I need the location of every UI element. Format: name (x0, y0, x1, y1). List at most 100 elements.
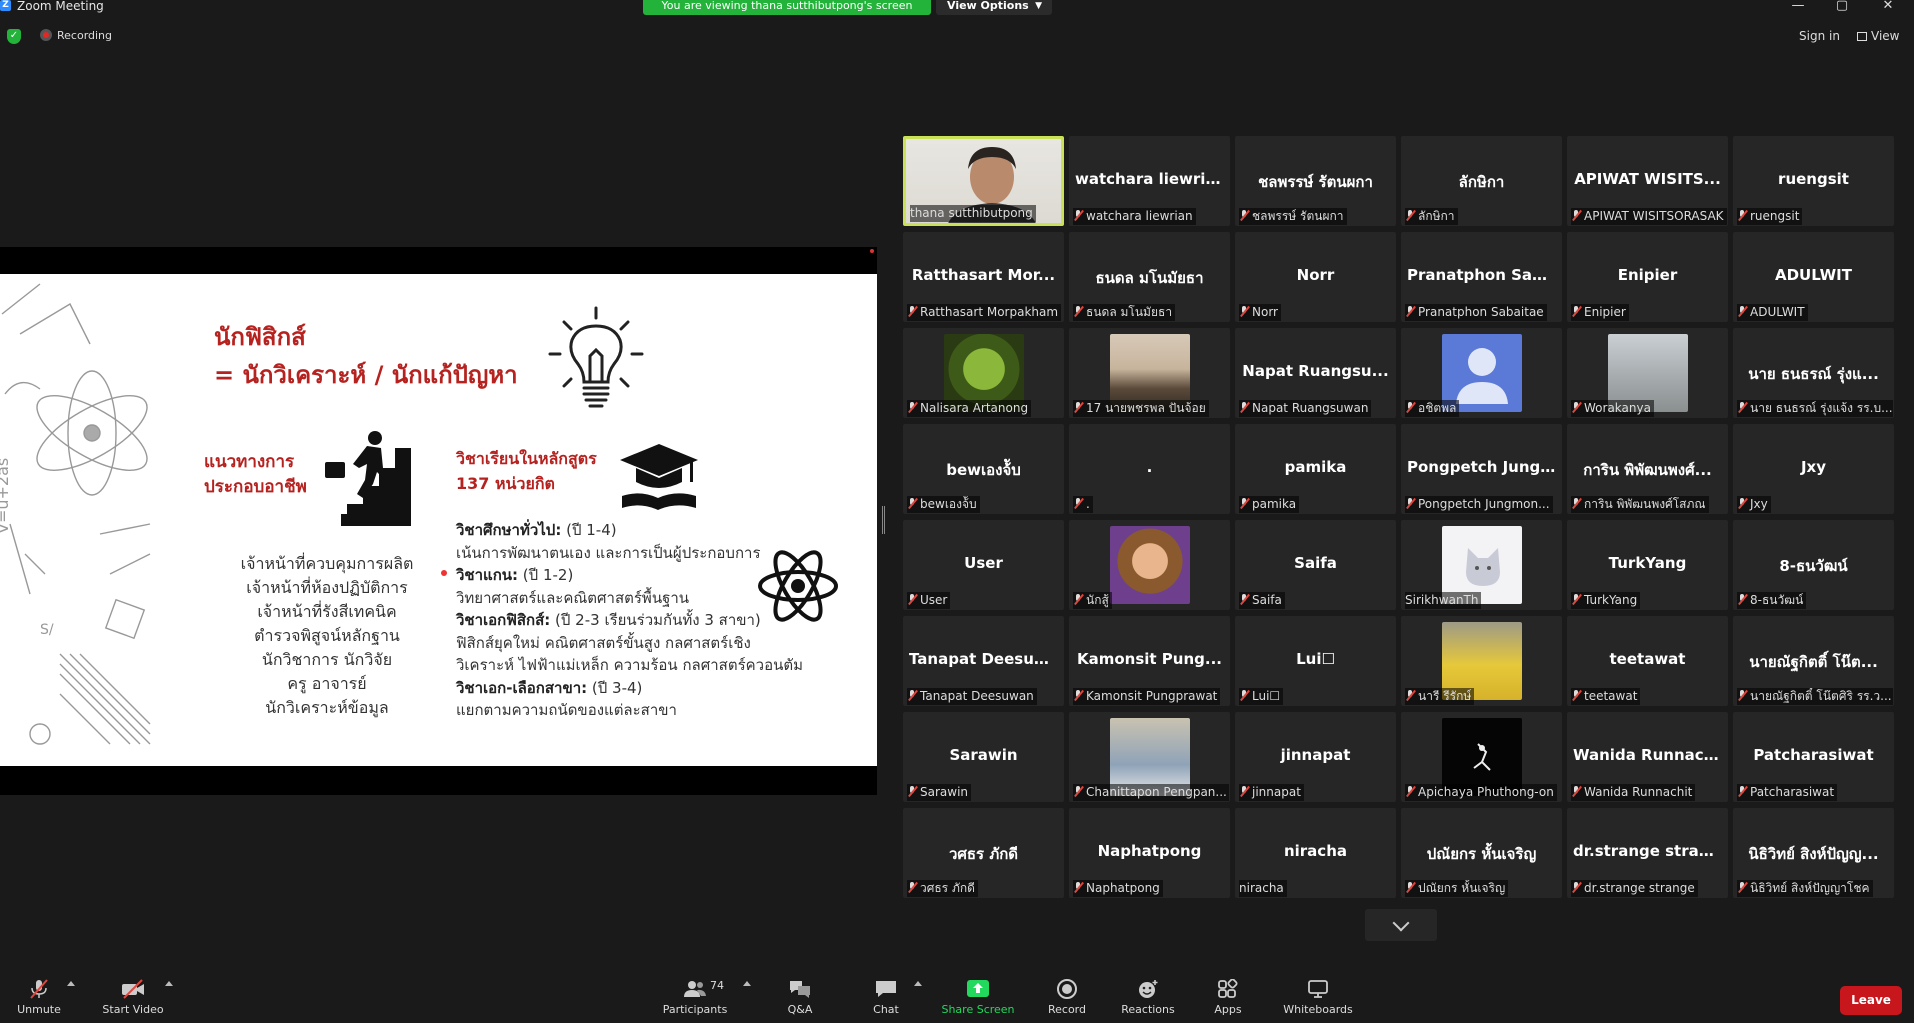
minimize-button[interactable]: — (1788, 0, 1808, 13)
qa-button[interactable]: Q&A (776, 967, 824, 1023)
participant-tile[interactable]: ธนดล มโนมัยธา ธนดล มโนมัยธา (1069, 232, 1230, 322)
participant-tile[interactable]: อชิตพล (1401, 328, 1562, 418)
chat-button[interactable]: Chat (862, 967, 910, 1023)
participant-name-label: นิธิวิทย์ สิงห์ปัญญาโชค (1737, 880, 1873, 897)
sign-in-link[interactable]: Sign in (1799, 29, 1840, 43)
recording-indicator[interactable]: Recording (40, 29, 112, 42)
participant-tile[interactable]: นักสู้ (1069, 520, 1230, 610)
participant-tile[interactable]: pamika pamika (1235, 424, 1396, 514)
participant-tile[interactable]: ชลพรรษ์ รัตนผกา ชลพรรษ์ รัตนผกา (1235, 136, 1396, 226)
window-title: Zoom Meeting (17, 0, 104, 13)
participant-display-name: dr.strange strange (1573, 842, 1728, 860)
participant-tile[interactable]: Enipier Enipier (1567, 232, 1728, 322)
participant-tile[interactable]: APIWAT WISITS... APIWAT WISITSORASAK (1567, 136, 1728, 226)
video-options-caret[interactable] (165, 981, 173, 986)
participant-tile[interactable]: Pranatphon Sab... Pranatphon Sabaitae (1401, 232, 1562, 322)
participant-name-label: วศธร ภักดี (907, 880, 978, 897)
unmute-button[interactable]: Unmute (8, 967, 70, 1023)
participant-tile[interactable]: .. (1069, 424, 1230, 514)
grid-icon (1857, 32, 1867, 41)
participant-tile[interactable]: Wanida Runnachit Wanida Runnachit (1567, 712, 1728, 802)
general-label: วิชาศึกษาทั่วไป: (456, 521, 562, 539)
close-button[interactable]: ✕ (1878, 0, 1898, 13)
gallery-next-page-button[interactable] (1365, 909, 1437, 941)
participant-tile[interactable]: 8-ธนวัฒน์ 8-ธนวัฒน์ (1733, 520, 1894, 610)
reactions-button[interactable]: Reactions (1118, 967, 1178, 1023)
participant-tile[interactable]: SirikhwanTh (1401, 520, 1562, 610)
participant-name-text: Wanida Runnachit (1584, 785, 1693, 799)
chat-options-caret[interactable] (914, 981, 922, 986)
participant-tile[interactable]: Tanapat Deesuw... Tanapat Deesuwan (903, 616, 1064, 706)
whiteboards-button[interactable]: Whiteboards (1280, 967, 1356, 1023)
participant-tile[interactable]: 17 นายพชรพล ปันจ้อย (1069, 328, 1230, 418)
participant-tile[interactable]: Jxy Jxy (1733, 424, 1894, 514)
share-screen-button[interactable]: Share Screen (940, 967, 1016, 1023)
panel-splitter-handle[interactable] (882, 506, 885, 534)
participant-tile[interactable]: ลักษิกา ลักษิกา (1401, 136, 1562, 226)
participant-tile[interactable]: Kamonsit Pung... Kamonsit Pungprawat (1069, 616, 1230, 706)
mic-muted-icon (1073, 882, 1083, 893)
participant-name-text: ปณัยกร หั้นเจริญ (1418, 881, 1506, 895)
participant-tile[interactable]: นารี รีรักษ์ (1401, 616, 1562, 706)
participant-display-name: User (964, 554, 1003, 572)
participant-tile[interactable]: thana sutthibutpong (903, 136, 1064, 226)
encryption-shield-icon[interactable]: ✓ (7, 29, 21, 44)
participant-tile[interactable]: การิน พิพัฒนพงศ์... การิน พิพัฒนพงศ์โสภณ (1567, 424, 1728, 514)
participant-tile[interactable]: นิธิวิทย์ สิงห์ปัญญ... นิธิวิทย์ สิงห์ปัญ… (1733, 808, 1894, 898)
shared-screen[interactable]: V=u+2as S/ นักฟิสิกส์ = นักวิเคราะห์ / น… (0, 247, 877, 795)
start-video-button[interactable]: Start Video (98, 967, 168, 1023)
participant-tile[interactable]: Saifa Saifa (1235, 520, 1396, 610)
participant-tile[interactable]: watchara liewrian watchara liewrian (1069, 136, 1230, 226)
elective-desc: แยกตามความถนัดของแต่ละสาขา (456, 701, 677, 719)
participant-tile[interactable]: Norr Norr (1235, 232, 1396, 322)
participant-tile[interactable]: ruengsit ruengsit (1733, 136, 1894, 226)
apps-button[interactable]: Apps (1205, 967, 1251, 1023)
participant-tile[interactable]: TurkYang TurkYang (1567, 520, 1728, 610)
mic-muted-icon (1405, 786, 1415, 797)
participant-display-name: ชลพรรษ์ รัตนผกา (1258, 173, 1373, 191)
participants-options-caret[interactable] (743, 981, 751, 986)
participant-tile[interactable]: Lui☐ Lui☐ (1235, 616, 1396, 706)
participant-tile[interactable]: นายณัฐกิตติ์ โน๊ต... นายณัฐกิตติ์ โน๊ตศิร… (1733, 616, 1894, 706)
participant-tile[interactable]: Worakanya (1567, 328, 1728, 418)
participant-tile[interactable]: ADULWIT ADULWIT (1733, 232, 1894, 322)
participant-tile[interactable]: User User (903, 520, 1064, 610)
start-video-label: Start Video (102, 1003, 164, 1016)
participant-name-text: Ratthasart Morpakham (920, 305, 1059, 319)
participant-tile[interactable]: Apichaya Phuthong-on (1401, 712, 1562, 802)
participant-tile[interactable]: นาย ธนธรณ์ รุ่งแ... นาย ธนธรณ์ รุ่งแจ้ง ร… (1733, 328, 1894, 418)
participant-name-label: . (1073, 496, 1093, 513)
participant-name-text: jinnapat (1252, 785, 1301, 799)
restore-button[interactable]: ▢ (1832, 0, 1852, 13)
participant-display-name: Napat Ruangsu... (1242, 362, 1389, 380)
participant-name-label: 8-ธนวัฒน์ (1737, 592, 1807, 609)
list-item: เจ้าหน้าที่ควบคุมการผลิต (240, 554, 414, 573)
participant-tile[interactable]: วศธร ภักดี วศธร ภักดี (903, 808, 1064, 898)
participant-tile[interactable]: Ratthasart Mor... Ratthasart Morpakham (903, 232, 1064, 322)
participant-name-label: ลักษิกา (1405, 208, 1458, 225)
leave-button[interactable]: Leave (1840, 986, 1902, 1015)
view-label: View (1871, 29, 1900, 43)
participant-tile[interactable]: Pongpetch Jung... Pongpetch Jungmon... (1401, 424, 1562, 514)
view-layout-button[interactable]: View (1857, 29, 1899, 43)
participant-name-label: Napat Ruangsuwan (1239, 400, 1372, 417)
mic-muted-icon (1073, 402, 1083, 413)
participant-tile[interactable]: niracha niracha (1235, 808, 1396, 898)
participant-tile[interactable]: Sarawin Sarawin (903, 712, 1064, 802)
participant-tile[interactable]: Napat Ruangsu... Napat Ruangsuwan (1235, 328, 1396, 418)
participant-tile[interactable]: jinnapat jinnapat (1235, 712, 1396, 802)
participants-button[interactable]: Participants (660, 967, 730, 1023)
view-options-label: View Options (947, 0, 1029, 12)
participant-tile[interactable]: Nalisara Artanong (903, 328, 1064, 418)
participant-tile[interactable]: dr.strange strange dr.strange strange (1567, 808, 1728, 898)
participant-tile[interactable]: Chanittapon Pengpan... (1069, 712, 1230, 802)
audio-options-caret[interactable] (67, 981, 75, 986)
participant-tile[interactable]: ปณัยกร หั้นเจริญ ปณัยกร หั้นเจริญ (1401, 808, 1562, 898)
record-button[interactable]: Record (1042, 967, 1092, 1023)
view-options-button[interactable]: View Options ▼ (936, 0, 1052, 15)
participant-tile[interactable]: bewเองจ้ับ bewเองจ้ับ (903, 424, 1064, 514)
participant-tile[interactable]: Patcharasiwat Patcharasiwat (1733, 712, 1894, 802)
participant-name-label: Nalisara Artanong (907, 400, 1032, 417)
participant-tile[interactable]: Naphatpong Naphatpong (1069, 808, 1230, 898)
participant-tile[interactable]: teetawat teetawat (1567, 616, 1728, 706)
